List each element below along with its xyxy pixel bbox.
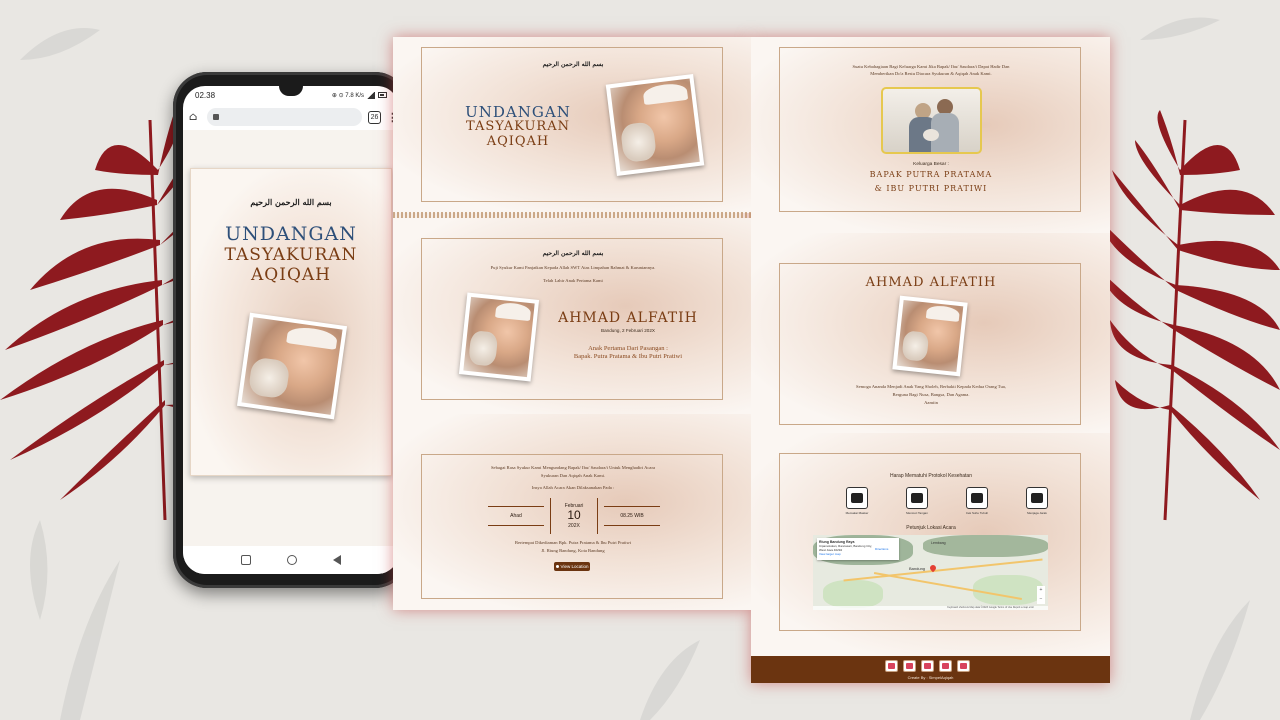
location-map[interactable]: Riung Bandung Raya Cipamokolan, Rancasar… xyxy=(813,535,1048,610)
cover-title-line3: AQIQAH xyxy=(486,134,550,149)
map-city-label: Bandung xyxy=(909,566,926,571)
calendar-nav-icon[interactable] xyxy=(921,660,934,672)
lock-icon xyxy=(213,114,219,120)
status-icons: ⊕ ⊙ 7.8 K/s xyxy=(331,91,387,99)
status-time: 02.38 xyxy=(195,90,216,100)
distance-icon xyxy=(1026,487,1048,509)
protocol-title: Harap Mematuhi Protokol Kesehatan xyxy=(890,473,972,479)
couple-nav-icon[interactable] xyxy=(903,660,916,672)
phone-title-line3: AQIQAH xyxy=(251,265,331,285)
prayer-text1: Semoga Ananda Menjadi Anak Yang Sholeh, … xyxy=(856,384,1006,389)
announce-name: AHMAD ALFATIH xyxy=(558,310,698,326)
protocol-label: Menjaga Jarak xyxy=(1027,511,1047,515)
cover-bismillah: بسم الله الرحمن الرحيم xyxy=(542,61,604,68)
event-date: 10 xyxy=(567,508,581,522)
prayer-name: AHMAD ALFATIH xyxy=(865,275,997,290)
event-text1: Sebagai Rasa Syukur Kami Mengundang Bapa… xyxy=(490,465,656,470)
family-text2: Memberikan Do'a Restu Diacara Syukuran &… xyxy=(870,71,992,76)
event-place1: Bertempat Dikediaman Bpk. Putra Pratama … xyxy=(514,540,632,545)
footer-nav-icons xyxy=(885,660,970,672)
announce-intro: Puji Syukur Kami Panjatkan Kepada Allah … xyxy=(490,265,656,270)
event-time: 08.25 WIB xyxy=(620,513,644,519)
announce-bismillah: بسم الله الرحمن الرحيم xyxy=(542,250,604,257)
protocol-icons: Memakai Masker Mencuci Tangan Cek Suhu T… xyxy=(846,487,1048,515)
prayer-section: AHMAD ALFATIH Semoga Ananda Menjadi Anak… xyxy=(751,233,1110,433)
map-directions-link[interactable]: Directions xyxy=(875,547,888,551)
prayer-text2: Berguna Bagi Nusa, Bangsa, Dan Agama. xyxy=(892,392,970,397)
mask-icon xyxy=(846,487,868,509)
chat-nav-icon[interactable] xyxy=(957,660,970,672)
url-input[interactable] xyxy=(207,108,362,126)
tab-count-button[interactable]: 26 xyxy=(368,110,381,124)
protocol-item: Mencuci Tangan xyxy=(906,487,928,515)
recent-apps-icon[interactable] xyxy=(241,555,251,565)
event-day: Ahad xyxy=(510,513,522,519)
family-section: Suatu Kebahagiaan Bagi Keluarga Kami Jik… xyxy=(751,37,1110,233)
event-section: Sebagai Rasa Syukur Kami Mengundang Bapa… xyxy=(393,414,751,610)
map-footer: Keyboard shortcuts Map data ©2023 Google… xyxy=(813,606,1048,610)
event-text3: Insya Allah Acara Akan Dilaksanakan Pada… xyxy=(531,485,615,490)
event-year: 202X xyxy=(568,523,580,529)
protocol-item: Memakai Masker xyxy=(846,487,868,515)
protocol-label: Mencuci Tangan xyxy=(906,511,928,515)
family-line1: BAPAK PUTRA PRATAMA xyxy=(869,170,993,179)
protocol-label: Memakai Masker xyxy=(845,511,869,515)
phone-baby-photo xyxy=(236,312,348,420)
phone-title-line1: UNDANGAN xyxy=(225,223,357,245)
view-location-label: View Location xyxy=(560,564,589,569)
prayer-text3: Aamiin xyxy=(924,400,938,405)
announce-intro2: Telah Lahir Anak Pertama Kami xyxy=(543,278,603,283)
map-larger-link[interactable]: View larger map xyxy=(819,552,897,556)
family-text1: Suatu Kebahagiaan Bagi Keluarga Kami Jik… xyxy=(852,64,1010,69)
footer-credit: Create By : SimpelAqiqah xyxy=(907,675,954,680)
map-city2-label: Lembang xyxy=(931,541,946,545)
thermometer-icon xyxy=(966,487,988,509)
family-label: Keluarga Besar : xyxy=(913,162,949,167)
announce-section: بسم الله الرحمن الرحيم Puji Syukur Kami … xyxy=(393,218,751,414)
home-nav-icon[interactable] xyxy=(287,555,297,565)
phone-cover-card: بسم الله الرحمن الرحيم UNDANGAN TASYAKUR… xyxy=(190,168,392,476)
announce-baby-photo xyxy=(458,292,540,382)
announce-parents-label: Anak Pertama Dari Pasangan : xyxy=(588,345,668,352)
status-indicators: ⊕ ⊙ 7.8 K/s xyxy=(331,92,364,99)
browser-toolbar: ⌂ 26 ⋮ xyxy=(183,104,399,130)
map-title: Petunjuk Lokasi Acara xyxy=(906,525,956,531)
announce-parents: Bapak. Putra Pratama & Ibu Putri Pratiwi xyxy=(573,353,683,360)
phone-screen: 02.38 ⊕ ⊙ 7.8 K/s ⌂ 26 ⋮ بسم الله الرحمن… xyxy=(183,86,399,574)
protocol-item: Menjaga Jarak xyxy=(1026,487,1048,515)
announce-birth: Bandung, 2 Februari 202X xyxy=(601,328,655,333)
battery-icon xyxy=(378,92,387,98)
protocol-item: Cek Suhu Tubuh xyxy=(966,487,988,515)
cover-section: بسم الله الرحمن الرحيم UNDANGAN TASYAKUR… xyxy=(393,37,751,213)
phone-bismillah: بسم الله الرحمن الرحيم xyxy=(250,197,332,207)
map-address: Cipamokolan, Rancasari, Bandung City, We… xyxy=(819,544,872,552)
family-line2: & IBU PUTRI PRATIWI xyxy=(874,184,988,193)
back-icon[interactable] xyxy=(333,555,341,565)
map-zoom-control[interactable]: + − xyxy=(1037,586,1045,604)
home-nav-icon[interactable] xyxy=(885,660,898,672)
cover-title-line2: TASYAKURAN xyxy=(466,119,570,134)
location-pin-icon xyxy=(555,565,559,568)
gallery-nav-icon[interactable] xyxy=(939,660,952,672)
phone-mockup: 02.38 ⊕ ⊙ 7.8 K/s ⌂ 26 ⋮ بسم الله الرحمن… xyxy=(173,72,409,588)
event-date-block: Ahad Februari 10 202X 08.25 WIB xyxy=(488,498,660,534)
phone-title-line2: TASYAKURAN xyxy=(224,245,358,265)
event-place2: Jl. Riung Bandung, Kota Bandung xyxy=(541,548,605,553)
android-nav-bar xyxy=(183,546,399,574)
event-text2: Syukuran Dan Aqiqah Anak Kami. xyxy=(540,473,606,478)
phone-page-body: بسم الله الرحمن الرحيم UNDANGAN TASYAKUR… xyxy=(183,130,399,546)
hand-wash-icon xyxy=(906,487,928,509)
prayer-baby-photo xyxy=(892,295,968,377)
signal-icon xyxy=(367,91,375,99)
family-photo xyxy=(881,87,982,154)
protocol-label: Cek Suhu Tubuh xyxy=(965,511,989,515)
view-location-button[interactable]: View Location xyxy=(554,562,590,571)
home-icon[interactable]: ⌂ xyxy=(189,111,201,123)
cover-baby-photo xyxy=(605,73,705,177)
